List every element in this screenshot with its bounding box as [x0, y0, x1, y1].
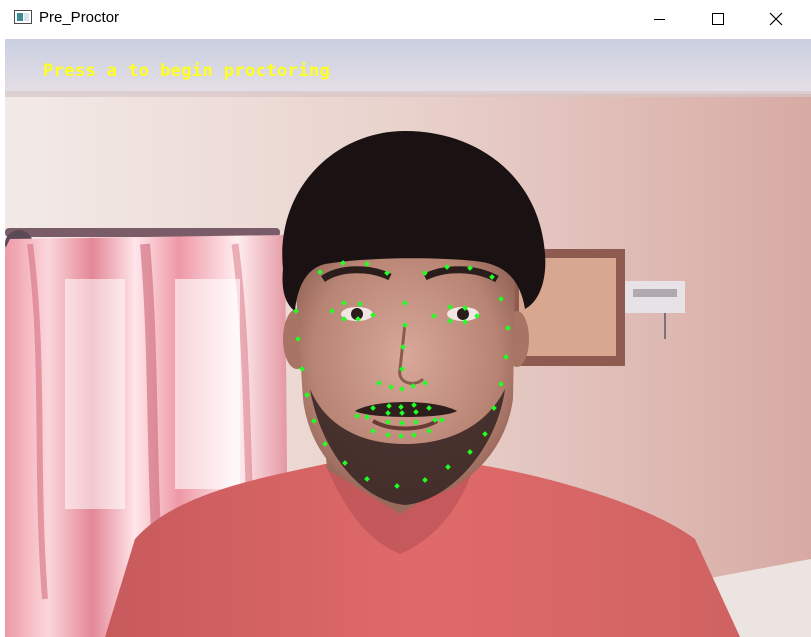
minimize-icon	[654, 19, 665, 20]
proctoring-prompt: Press a to begin proctoring	[43, 61, 331, 81]
app-window: Pre_Proctor Press a to begin proctoring	[0, 0, 811, 637]
close-button[interactable]	[753, 0, 799, 38]
maximize-button[interactable]	[695, 0, 741, 38]
webcam-frame	[5, 39, 811, 637]
title-bar[interactable]: Pre_Proctor	[0, 0, 811, 38]
close-icon	[769, 12, 783, 26]
app-window-icon	[14, 10, 32, 24]
maximize-icon	[712, 13, 724, 25]
camera-feed: Press a to begin proctoring	[5, 39, 811, 637]
curtain-rod	[5, 228, 280, 237]
minimize-button[interactable]	[637, 0, 683, 38]
window-title: Pre_Proctor	[39, 9, 120, 26]
